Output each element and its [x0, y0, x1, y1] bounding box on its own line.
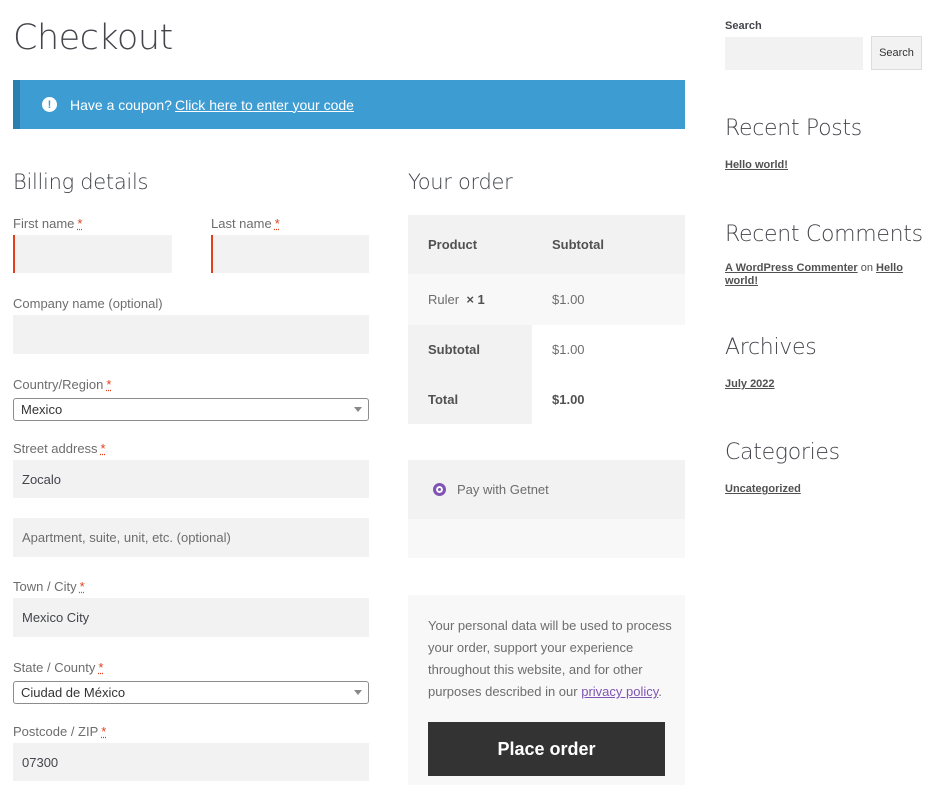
coupon-notice-text: Have a coupon? — [70, 96, 172, 113]
col-product: Product — [428, 237, 478, 252]
search-button[interactable]: Search — [871, 36, 922, 70]
recent-comments-title: Recent Comments — [725, 222, 923, 247]
billing-heading: Billing details — [13, 170, 149, 194]
total-value: $1.00 — [552, 391, 585, 407]
company-input[interactable] — [13, 315, 369, 354]
payment-method-getnet[interactable]: Pay with Getnet — [408, 460, 685, 519]
required-mark: * — [274, 216, 280, 231]
privacy-policy-link[interactable]: privacy policy — [581, 684, 658, 699]
required-mark: * — [77, 216, 83, 231]
total-row: Total $1.00 — [408, 374, 685, 424]
required-mark: * — [100, 441, 106, 456]
item-name: Ruler × 1 — [428, 292, 485, 307]
info-icon: ! — [42, 97, 57, 112]
payment-method-label: Pay with Getnet — [457, 482, 549, 497]
recent-posts-title: Recent Posts — [725, 116, 862, 141]
state-label: State / County * — [13, 660, 104, 675]
archives-title: Archives — [725, 335, 817, 360]
table-row: Ruler × 1 $1.00 — [408, 274, 685, 325]
state-select-value: Ciudad de México — [21, 685, 126, 700]
categories-title: Categories — [725, 440, 840, 465]
order-heading: Your order — [408, 170, 513, 194]
radio-selected-icon[interactable] — [433, 483, 446, 496]
item-qty: × 1 — [466, 292, 485, 307]
privacy-notice: Your personal data will be used to proce… — [428, 618, 672, 699]
order-table-header: Product Subtotal — [408, 215, 685, 274]
street-label: Street address * — [13, 441, 106, 456]
state-select[interactable]: Ciudad de México — [13, 681, 369, 704]
chevron-down-icon — [354, 690, 362, 695]
page-title: Checkout — [13, 18, 173, 58]
company-label: Company name (optional) — [13, 296, 163, 311]
postcode-label: Postcode / ZIP * — [13, 724, 107, 739]
required-mark: * — [106, 377, 112, 392]
country-select[interactable]: Mexico — [13, 398, 369, 421]
category-link[interactable]: Uncategorized — [725, 483, 801, 495]
payment-methods: Pay with Getnet — [408, 460, 685, 558]
col-subtotal: Subtotal — [552, 237, 604, 252]
search-input[interactable] — [725, 37, 863, 70]
place-order-box: Your personal data will be used to proce… — [408, 595, 685, 785]
coupon-link[interactable]: Click here to enter your code — [175, 97, 354, 113]
recent-comment: A WordPress Commenter on Hello world! — [725, 262, 903, 287]
required-mark: * — [79, 579, 85, 594]
required-mark: * — [98, 660, 104, 675]
country-label: Country/Region * — [13, 377, 112, 392]
city-label: Town / City * — [13, 579, 85, 594]
chevron-down-icon — [354, 407, 362, 412]
recent-post-link[interactable]: Hello world! — [725, 159, 788, 171]
required-mark: * — [101, 724, 107, 739]
comment-author-link[interactable]: A WordPress Commenter — [725, 262, 858, 274]
total-label: Total — [428, 391, 459, 407]
archive-link[interactable]: July 2022 — [725, 378, 775, 390]
last-name-input[interactable] — [211, 235, 369, 273]
subtotal-value: $1.00 — [552, 342, 585, 357]
coupon-notice: ! Have a coupon? Click here to enter you… — [13, 80, 685, 129]
subtotal-row: Subtotal $1.00 — [408, 325, 685, 374]
first-name-label: First name * — [13, 216, 83, 231]
city-input[interactable]: Mexico City — [13, 598, 369, 637]
apartment-input[interactable]: Apartment, suite, unit, etc. (optional) — [13, 518, 369, 557]
subtotal-label: Subtotal — [428, 342, 480, 357]
postcode-input[interactable]: 07300 — [13, 743, 369, 781]
place-order-button[interactable]: Place order — [428, 722, 665, 776]
street-input[interactable]: Zocalo — [13, 460, 369, 498]
item-price: $1.00 — [552, 292, 585, 307]
search-label: Search — [725, 20, 762, 32]
last-name-label: Last name * — [211, 216, 280, 231]
first-name-input[interactable] — [13, 235, 172, 273]
country-select-value: Mexico — [21, 402, 63, 417]
